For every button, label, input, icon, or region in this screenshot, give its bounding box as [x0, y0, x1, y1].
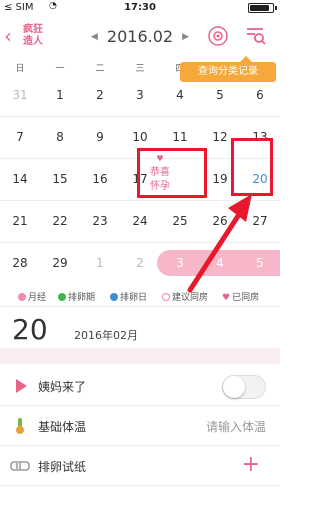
period-came-toggle[interactable] — [222, 375, 266, 399]
calendar-page: ≤ SIM ◔ 17:30 ‹ 疯狂 造人 ◀ 2016.02 ▶ 日 一 二 … — [0, 0, 280, 516]
prev-month-icon[interactable]: ◀ — [91, 32, 98, 42]
day-cell-2[interactable]: 2 — [80, 74, 120, 116]
basal-temp-label: 基础体温 — [38, 420, 87, 434]
calendar-legend: 月经 排卵期 排卵日 建议同房 ♥ 已同房 — [0, 288, 280, 304]
legend-done: ♥ 已同房 — [222, 293, 260, 303]
app-header: ‹ 疯狂 造人 ◀ 2016.02 ▶ — [0, 16, 280, 58]
status-bar: ≤ SIM ◔ 17:30 — [0, 0, 280, 16]
battery-icon — [248, 3, 277, 13]
test-strip-icon — [10, 461, 30, 471]
day-cell-1[interactable]: 1 — [40, 74, 80, 116]
day-cell-3[interactable]: 3 — [120, 74, 160, 116]
weekday-sun: 日 — [15, 64, 25, 74]
day-cell-next-3[interactable]: 3 — [160, 250, 200, 276]
legend-ovulation-phase: 排卵期 — [58, 290, 95, 303]
day-cell-27[interactable]: 27 — [240, 200, 280, 242]
day-cell-23[interactable]: 23 — [80, 200, 120, 242]
month-navigator: ◀ 2016.02 ▶ — [82, 26, 198, 46]
period-came-row: 姨妈来了 — [0, 366, 280, 406]
calendar-grid: 31 1 2 3 4 5 6 7 8 9 10 11 12 13 14 15 1… — [0, 74, 280, 284]
day-cell-25[interactable]: 25 — [160, 200, 200, 242]
day-cell-21[interactable]: 21 — [0, 200, 40, 242]
thermometer-icon — [16, 418, 24, 434]
legend-period: 月经 — [18, 290, 46, 303]
day-cell-9[interactable]: 9 — [80, 116, 120, 158]
selected-day: 20 — [12, 313, 48, 346]
search-records-tip: 查询分类记录 — [180, 56, 276, 82]
highlight-box-congrats — [137, 148, 207, 198]
ovulation-strip-label: 排卵试纸 — [38, 460, 87, 474]
day-cell-next-4[interactable]: 4 — [200, 250, 240, 276]
basal-temp-input[interactable]: 请输入体温 — [206, 418, 266, 435]
logo-line-1: 疯狂 — [23, 24, 43, 35]
section-divider — [0, 348, 280, 364]
legend-suggested: 建议同房 — [162, 290, 208, 303]
target-icon[interactable] — [206, 24, 230, 48]
weekday-mon: 一 — [55, 64, 65, 74]
search-list-icon[interactable] — [244, 24, 268, 48]
basal-temp-row: 基础体温 请输入体温 — [0, 406, 280, 446]
drop-play-icon — [16, 379, 27, 393]
day-cell-next-1[interactable]: 1 — [80, 242, 120, 284]
day-cell-28[interactable]: 28 — [0, 242, 40, 284]
day-cell-22[interactable]: 22 — [40, 200, 80, 242]
highlight-box-day-20 — [231, 138, 273, 196]
day-cell-8[interactable]: 8 — [40, 116, 80, 158]
day-cell-26[interactable]: 26 — [200, 200, 240, 242]
day-cell-15[interactable]: 15 — [40, 158, 80, 200]
day-cell-24[interactable]: 24 — [120, 200, 160, 242]
logo-line-2: 造人 — [23, 36, 43, 47]
selected-month: 2016年02月 — [74, 329, 138, 342]
ovulation-strip-row: 排卵试纸 + — [0, 446, 280, 486]
day-cell-16[interactable]: 16 — [80, 158, 120, 200]
add-strip-button[interactable]: + — [242, 452, 260, 478]
day-cell-prev-31[interactable]: 31 — [0, 74, 40, 116]
day-cell-29[interactable]: 29 — [40, 242, 80, 284]
period-came-label: 姨妈来了 — [38, 380, 87, 394]
back-chevron-icon[interactable]: ‹ — [4, 26, 12, 46]
day-cell-next-5[interactable]: 5 — [240, 250, 280, 276]
weekday-wed: 三 — [135, 64, 145, 74]
day-cell-14[interactable]: 14 — [0, 158, 40, 200]
day-cell-next-2[interactable]: 2 — [120, 242, 160, 284]
weekday-tue: 二 — [95, 64, 105, 74]
month-label: 2016.02 — [106, 27, 174, 46]
selected-date-panel: 20 2016年02月 — [0, 306, 280, 348]
app-logo: 疯狂 造人 — [18, 24, 48, 48]
day-cell-7[interactable]: 7 — [0, 116, 40, 158]
legend-ovulation-day: 排卵日 — [110, 290, 147, 303]
status-time: 17:30 — [124, 2, 156, 13]
next-month-icon[interactable]: ▶ — [182, 32, 189, 42]
